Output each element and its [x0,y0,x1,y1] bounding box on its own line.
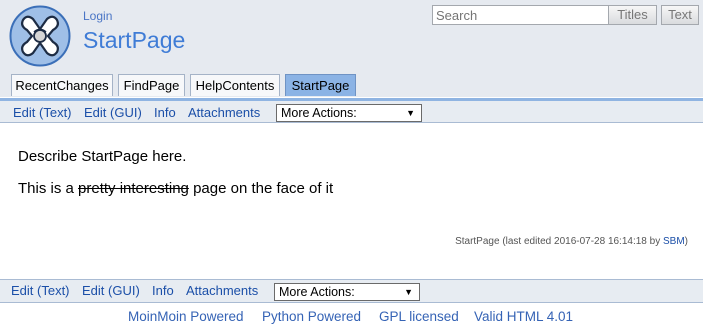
tab-label: StartPage [291,78,350,93]
text-segment: page on the face of it [188,180,334,197]
header: Login StartPage Titles Text RecentChange… [0,0,703,97]
titles-search-button[interactable]: Titles [608,5,657,25]
tab-label: HelpContents [195,78,275,93]
content-paragraph: Describe StartPage here. [18,148,187,165]
edit-text-link[interactable]: Edit (Text) [11,283,70,298]
tab-label: RecentChanges [15,78,109,93]
action-bar-top: Edit (Text) Edit (GUI) Info Attachments … [0,98,703,123]
tab-recent-changes[interactable]: RecentChanges [11,74,113,96]
page-info-text: StartPage (last edited 2016-07-28 16:14:… [455,236,663,247]
action-bar-bottom: Edit (Text) Edit (GUI) Info Attachments … [0,279,703,303]
info-link[interactable]: Info [152,283,174,298]
more-actions-label: More Actions: [279,285,355,299]
page-info-suffix: ) [684,236,688,247]
tab-find-page[interactable]: FindPage [118,74,185,96]
edit-gui-link[interactable]: Edit (GUI) [84,105,142,120]
more-actions-label: More Actions: [281,106,357,120]
dropdown-arrow-icon: ▼ [406,108,415,118]
edit-gui-link[interactable]: Edit (GUI) [82,283,140,298]
text-segment: This is a [18,180,79,197]
page-title[interactable]: StartPage [83,27,185,54]
more-actions-select[interactable]: More Actions: ▼ [274,283,420,301]
moinmoin-powered-link[interactable]: MoinMoin Powered [128,309,244,324]
attachments-link[interactable]: Attachments [186,283,258,298]
tab-label: FindPage [123,78,180,93]
tab-start-page[interactable]: StartPage [285,74,356,96]
more-actions-select[interactable]: More Actions: ▼ [276,104,422,122]
edit-text-link[interactable]: Edit (Text) [13,105,72,120]
valid-html-link[interactable]: Valid HTML 4.01 [474,309,573,324]
gpl-licensed-link[interactable]: GPL licensed [379,309,459,324]
attachments-link[interactable]: Attachments [188,105,260,120]
info-link[interactable]: Info [154,105,176,120]
page-info: StartPage (last edited 2016-07-28 16:14:… [455,236,688,247]
search-input[interactable] [432,5,610,25]
editor-user-link[interactable]: SBM [663,236,685,247]
page-content: Describe StartPage here. This is a prett… [0,123,703,279]
content-paragraph: This is a pretty interesting page on the… [18,180,333,197]
text-search-button[interactable]: Text [661,5,699,25]
moinmoin-logo[interactable] [9,5,71,67]
footer: MoinMoin Powered Python Powered GPL lice… [0,303,703,331]
tab-help-contents[interactable]: HelpContents [190,74,280,96]
login-link[interactable]: Login [83,9,112,23]
dropdown-arrow-icon: ▼ [404,287,413,297]
strikethrough-text: pretty interesting [78,180,189,197]
python-powered-link[interactable]: Python Powered [262,309,361,324]
